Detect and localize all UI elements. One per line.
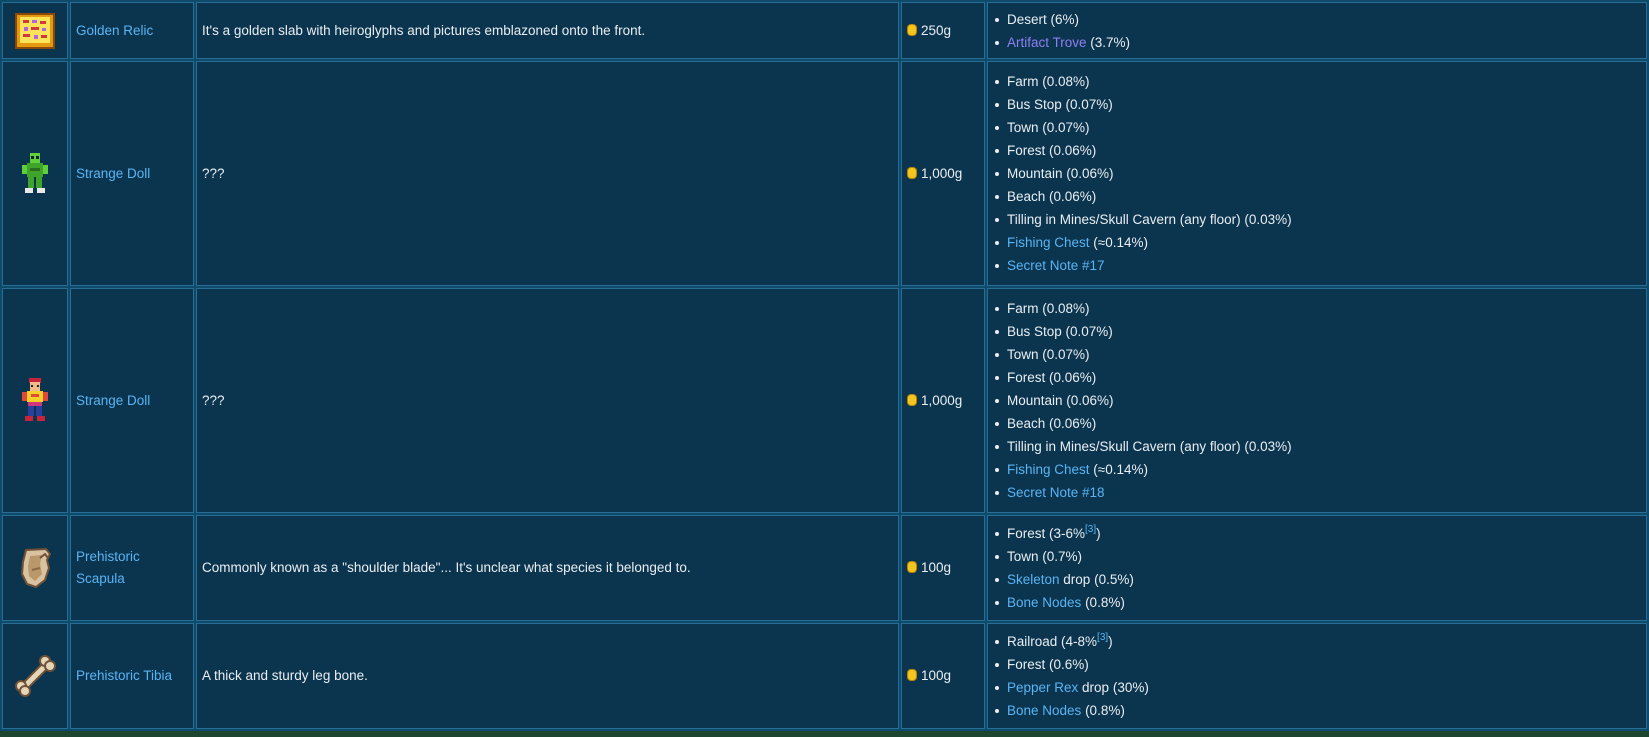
item-name-cell: Strange Doll <box>70 288 194 513</box>
location-item: Beach (0.06%) <box>993 412 1641 435</box>
location-link[interactable]: Fishing Chest <box>1007 235 1090 250</box>
location-item: Bus Stop (0.07%) <box>993 320 1641 343</box>
item-image-cell <box>2 288 68 513</box>
location-list: Desert (6%) Artifact Trove (3.7%) <box>993 8 1641 54</box>
location-item: Mountain (0.06%) <box>993 389 1641 412</box>
table-row: Prehistoric Scapula Commonly known as a … <box>2 515 1647 621</box>
location-list: Farm (0.08%) Bus Stop (0.07%) Town (0.07… <box>993 297 1641 504</box>
item-name-link[interactable]: Golden Relic <box>76 20 153 42</box>
location-item: Town (0.07%) <box>993 116 1641 139</box>
reference-link[interactable]: [3] <box>1097 632 1108 643</box>
item-name-cell: Golden Relic <box>70 2 194 59</box>
table-row: Strange Doll ??? 1,000g Farm (0.08%) Bus… <box>2 61 1647 286</box>
item-price-cell: 1,000g <box>901 288 985 513</box>
location-item: Bone Nodes (0.8%) <box>993 591 1641 614</box>
location-item: Forest (0.6%) <box>993 653 1641 676</box>
location-list: Forest (3-6%[3]) Town (0.7%) Skeleton dr… <box>993 522 1641 614</box>
table-row: Golden Relic It's a golden slab with hei… <box>2 2 1647 59</box>
item-name-cell: Prehistoric Scapula <box>70 515 194 621</box>
item-image-cell <box>2 623 68 729</box>
golden-relic-icon <box>15 12 55 49</box>
location-item: Secret Note #18 <box>993 481 1641 504</box>
location-link[interactable]: Fishing Chest <box>1007 462 1090 477</box>
location-item: Town (0.7%) <box>993 545 1641 568</box>
reference-superscript: [3] <box>1085 524 1096 535</box>
item-price-cell: 1,000g <box>901 61 985 286</box>
item-description: It's a golden slab with heiroglyphs and … <box>196 2 899 59</box>
location-item: Forest (0.06%) <box>993 139 1641 162</box>
location-item: Bus Stop (0.07%) <box>993 93 1641 116</box>
item-price: 1,000g <box>921 392 963 408</box>
item-locations-cell: Farm (0.08%) Bus Stop (0.07%) Town (0.07… <box>987 61 1647 286</box>
gold-coin-icon <box>907 166 917 179</box>
location-item: Forest (0.06%) <box>993 366 1641 389</box>
location-item: Tilling in Mines/Skull Cavern (any floor… <box>993 435 1641 458</box>
location-list: Farm (0.08%) Bus Stop (0.07%) Town (0.07… <box>993 70 1641 277</box>
location-item: Fishing Chest (≈0.14%) <box>993 231 1641 254</box>
item-price-cell: 100g <box>901 623 985 729</box>
item-description: Commonly known as a "shoulder blade"... … <box>196 515 899 621</box>
location-link[interactable]: Secret Note #18 <box>1007 485 1105 500</box>
location-item: Skeleton drop (0.5%) <box>993 568 1641 591</box>
item-price: 1,000g <box>921 165 963 181</box>
item-name-link[interactable]: Prehistoric Scapula <box>76 546 188 590</box>
item-name-cell: Strange Doll <box>70 61 194 286</box>
prehistoric-tibia-icon <box>15 655 56 697</box>
location-item: Farm (0.08%) <box>993 297 1641 320</box>
location-link[interactable]: Bone Nodes <box>1007 703 1081 718</box>
prehistoric-scapula-icon <box>20 547 52 589</box>
table-row: Strange Doll ??? 1,000g Farm (0.08%) Bus… <box>2 288 1647 513</box>
location-link[interactable]: Secret Note #17 <box>1007 258 1105 273</box>
location-link[interactable]: Pepper Rex <box>1007 680 1078 695</box>
item-description: ??? <box>196 61 899 286</box>
table-row: Prehistoric Tibia A thick and sturdy leg… <box>2 623 1647 729</box>
strange-doll-yellow-icon <box>22 377 48 421</box>
item-locations-cell: Railroad (4-8%[3]) Forest (0.6%) Pepper … <box>987 623 1647 729</box>
location-link[interactable]: Skeleton <box>1007 572 1060 587</box>
location-link[interactable]: Artifact Trove <box>1007 35 1087 50</box>
item-price: 250g <box>921 22 952 38</box>
item-description: A thick and sturdy leg bone. <box>196 623 899 729</box>
item-locations-cell: Farm (0.08%) Bus Stop (0.07%) Town (0.07… <box>987 288 1647 513</box>
artifact-table: Golden Relic It's a golden slab with hei… <box>0 0 1649 731</box>
item-name-cell: Prehistoric Tibia <box>70 623 194 729</box>
location-item: Tilling in Mines/Skull Cavern (any floor… <box>993 208 1641 231</box>
item-name-link[interactable]: Prehistoric Tibia <box>76 665 172 687</box>
location-item: Railroad (4-8%[3]) <box>993 630 1641 653</box>
location-item: Bone Nodes (0.8%) <box>993 699 1641 722</box>
item-image-cell <box>2 515 68 621</box>
reference-superscript: [3] <box>1097 632 1108 643</box>
location-item: Beach (0.06%) <box>993 185 1641 208</box>
item-price: 100g <box>921 668 952 684</box>
location-item: Fishing Chest (≈0.14%) <box>993 458 1641 481</box>
location-item: Farm (0.08%) <box>993 70 1641 93</box>
location-item: Pepper Rex drop (30%) <box>993 676 1641 699</box>
location-item: Desert (6%) <box>993 8 1641 31</box>
location-item: Forest (3-6%[3]) <box>993 522 1641 545</box>
item-locations-cell: Desert (6%) Artifact Trove (3.7%) <box>987 2 1647 59</box>
location-list: Railroad (4-8%[3]) Forest (0.6%) Pepper … <box>993 630 1641 722</box>
item-image-cell <box>2 61 68 286</box>
location-item: Secret Note #17 <box>993 254 1641 277</box>
reference-link[interactable]: [3] <box>1085 524 1096 535</box>
item-price: 100g <box>921 560 952 576</box>
location-item: Town (0.07%) <box>993 343 1641 366</box>
item-description: ??? <box>196 288 899 513</box>
item-name-link[interactable]: Strange Doll <box>76 390 150 412</box>
gold-coin-icon <box>907 561 917 574</box>
item-image-cell <box>2 2 68 59</box>
item-locations-cell: Forest (3-6%[3]) Town (0.7%) Skeleton dr… <box>987 515 1647 621</box>
location-item: Artifact Trove (3.7%) <box>993 31 1641 54</box>
location-item: Mountain (0.06%) <box>993 162 1641 185</box>
item-price-cell: 250g <box>901 2 985 59</box>
gold-coin-icon <box>907 23 917 36</box>
gold-coin-icon <box>907 669 917 682</box>
strange-doll-green-icon <box>22 152 48 193</box>
location-link[interactable]: Bone Nodes <box>1007 595 1081 610</box>
item-name-link[interactable]: Strange Doll <box>76 163 150 185</box>
item-price-cell: 100g <box>901 515 985 621</box>
gold-coin-icon <box>907 393 917 406</box>
